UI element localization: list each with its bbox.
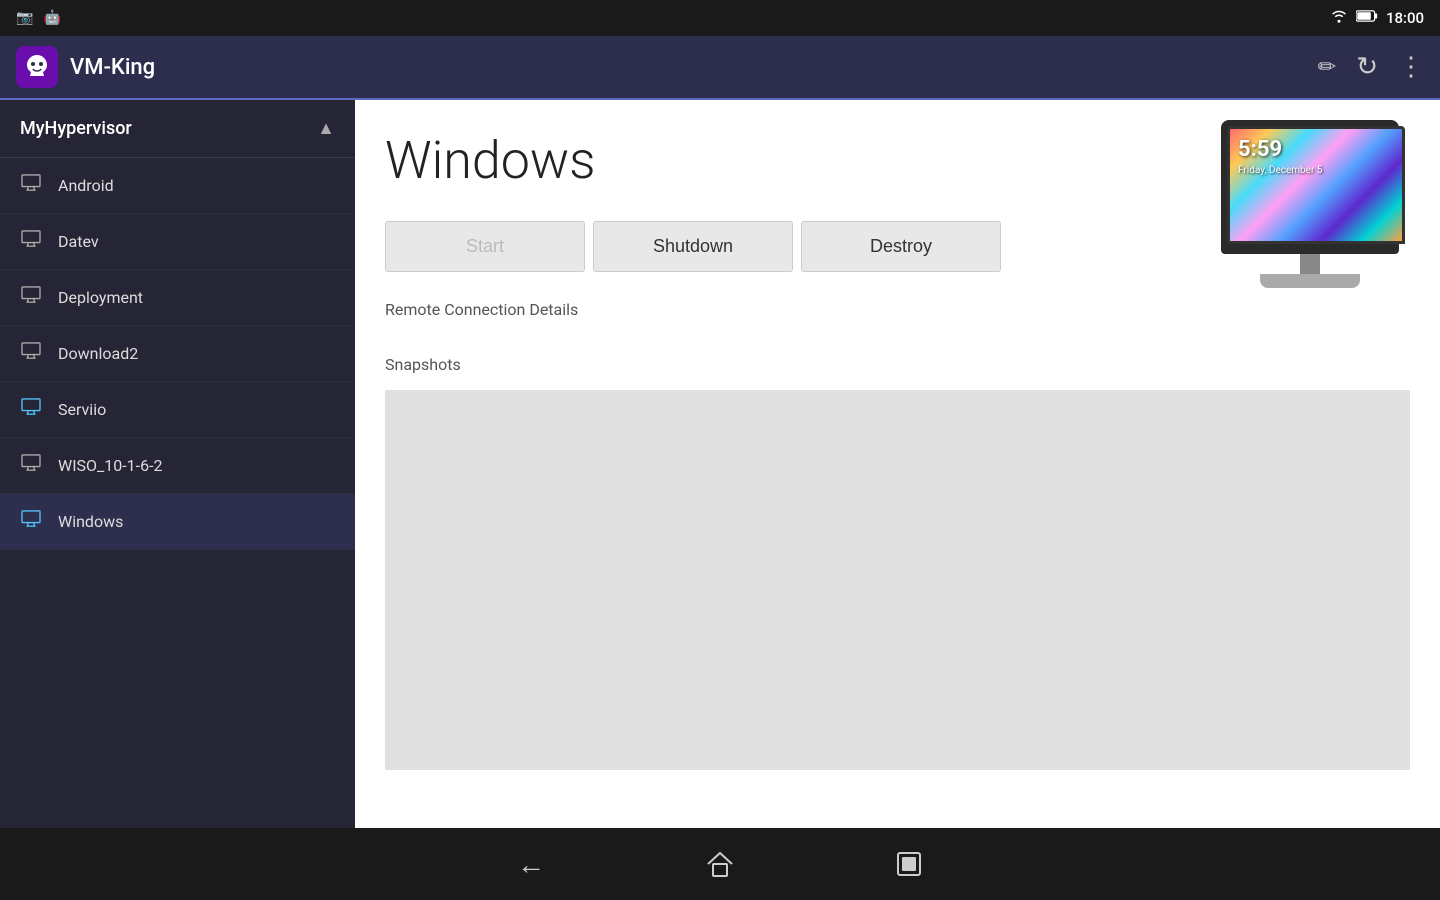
status-bar-right: 18:00 — [1330, 9, 1424, 27]
vm-monitor-icon-wiso — [20, 454, 42, 477]
recent-button[interactable] — [895, 850, 923, 878]
start-button[interactable]: Start — [385, 221, 585, 272]
sidebar-item-deployment[interactable]: Deployment — [0, 270, 355, 326]
back-button[interactable]: ← — [517, 848, 545, 881]
monitor-screen: 5:59 Friday, December 5 — [1227, 126, 1405, 244]
vm-monitor-icon-download2 — [20, 342, 42, 365]
screen-time: 5:59 — [1238, 137, 1282, 162]
content-inner: 5:59 Friday, December 5 Windows Start Sh… — [355, 100, 1440, 828]
vm-thumbnail: 5:59 Friday, December 5 — [1210, 120, 1410, 288]
sidebar-item-windows[interactable]: Windows — [0, 494, 355, 550]
snapshots-label: Snapshots — [385, 355, 1410, 374]
status-bar-left: 📷 🤖 — [16, 10, 61, 26]
content-panel: 5:59 Friday, December 5 Windows Start Sh… — [355, 100, 1440, 828]
sidebar-label-deployment: Deployment — [58, 288, 143, 307]
sidebar-label-datev: Datev — [58, 232, 99, 251]
sidebar-item-datev[interactable]: Datev — [0, 214, 355, 270]
monitor-neck — [1300, 254, 1320, 274]
sidebar-item-wiso[interactable]: WISO_10-1-6-2 — [0, 438, 355, 494]
home-button[interactable] — [705, 850, 735, 878]
sidebar-label-serviio: Serviio — [58, 400, 106, 419]
monitor-base — [1260, 274, 1360, 288]
vm-monitor-icon-serviio — [20, 398, 42, 421]
sidebar-item-android[interactable]: Android — [0, 158, 355, 214]
refresh-button[interactable]: ↻ — [1356, 52, 1378, 82]
vm-monitor-icon-deployment — [20, 286, 42, 309]
destroy-button[interactable]: Destroy — [801, 221, 1001, 272]
app-title: VM-King — [70, 55, 1318, 80]
app-logo — [16, 46, 58, 88]
notification-icon-2: 🤖 — [43, 10, 60, 26]
sidebar-label-download2: Download2 — [58, 344, 138, 363]
time-display: 18:00 — [1386, 9, 1424, 27]
sidebar-label-android: Android — [58, 176, 114, 195]
sidebar-item-serviio[interactable]: Serviio — [0, 382, 355, 438]
remote-connection-label: Remote Connection Details — [385, 300, 1410, 319]
sidebar-label-wiso: WISO_10-1-6-2 — [58, 456, 163, 475]
sidebar-header[interactable]: MyHypervisor ▲ — [0, 100, 355, 158]
monitor-frame: 5:59 Friday, December 5 — [1221, 120, 1399, 254]
app-bar-actions: ✏ ↻ ⋮ — [1318, 52, 1424, 82]
vm-monitor-icon-android — [20, 174, 42, 197]
hypervisor-name: MyHypervisor — [20, 118, 132, 139]
bottom-nav: ← — [0, 828, 1440, 900]
app-bar: VM-King ✏ ↻ ⋮ — [0, 36, 1440, 100]
edit-button[interactable]: ✏ — [1318, 55, 1336, 80]
more-button[interactable]: ⋮ — [1398, 52, 1424, 82]
notification-icon-1: 📷 — [16, 10, 33, 26]
wifi-icon — [1330, 9, 1348, 27]
vm-monitor-icon-datev — [20, 230, 42, 253]
vm-monitor-icon-windows — [20, 510, 42, 533]
snapshots-area — [385, 390, 1410, 770]
battery-icon — [1356, 10, 1378, 26]
status-bar: 📷 🤖 18:00 — [0, 0, 1440, 36]
sidebar-item-download2[interactable]: Download2 — [0, 326, 355, 382]
screen-date: Friday, December 5 — [1238, 165, 1322, 176]
sidebar-label-windows: Windows — [58, 512, 123, 531]
shutdown-button[interactable]: Shutdown — [593, 221, 793, 272]
sidebar: MyHypervisor ▲ Android — [0, 100, 355, 828]
collapse-icon[interactable]: ▲ — [317, 118, 335, 139]
main-area: MyHypervisor ▲ Android — [0, 100, 1440, 828]
